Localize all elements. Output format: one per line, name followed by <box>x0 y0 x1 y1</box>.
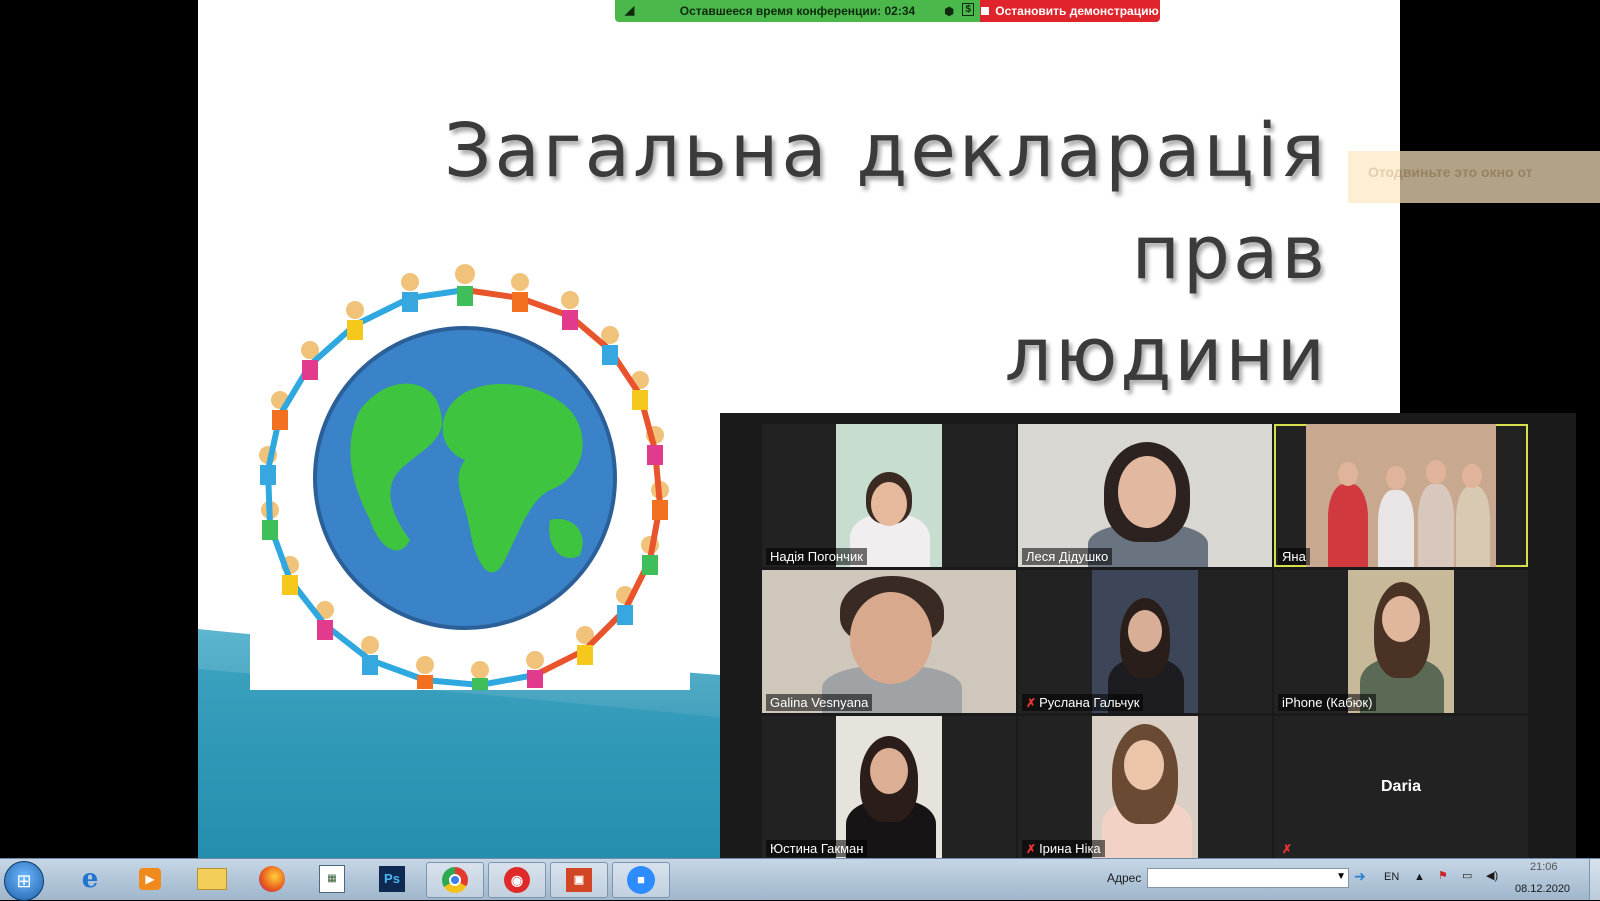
network-icon[interactable]: ⚑ <box>1438 869 1448 882</box>
media-player-icon[interactable]: ▶ <box>122 862 178 896</box>
muted-mic-icon: ✗ <box>1026 695 1037 710</box>
volume-icon[interactable]: ◀) <box>1486 869 1498 882</box>
clock-time[interactable]: 21:06 <box>1530 861 1558 873</box>
conference-timer: ◢ Оставшееся время конференции: 02:34 ⬢ … <box>615 0 980 22</box>
stop-icon <box>981 7 990 15</box>
display-icon[interactable]: ▭ <box>1462 869 1472 882</box>
address-input[interactable]: ▼ <box>1147 868 1349 888</box>
muted-mic-icon: ✗ <box>1026 841 1037 856</box>
participant-name: ✗ <box>1278 841 1296 857</box>
zoom-icon[interactable]: ■ <box>612 862 670 898</box>
participant-tile[interactable]: ✗ Ірина Ніка <box>1018 716 1272 859</box>
participant-name: Леся Дідушко <box>1022 548 1113 565</box>
participant-tile[interactable]: Леся Дідушко <box>1018 424 1272 567</box>
participant-name: iPhone (Кабюк) <box>1278 694 1377 711</box>
conference-bar: ◢ Оставшееся время конференции: 02:34 ⬢ … <box>615 0 1160 22</box>
zoom-gallery-window[interactable]: Надія Погончик Леся Дідушко Яна Galina V… <box>720 413 1576 872</box>
start-orb[interactable]: ⊞ <box>4 861 44 901</box>
participant-video <box>1306 424 1496 567</box>
participant-name: ✗ Руслана Гальчук <box>1022 694 1144 711</box>
participant-name: Яна <box>1278 548 1310 565</box>
recorder-icon[interactable]: ◉ <box>488 862 546 898</box>
participant-video <box>1018 424 1272 567</box>
show-desktop-button[interactable] <box>1589 859 1600 900</box>
internet-explorer-icon[interactable]: e <box>62 862 118 896</box>
go-arrow-icon[interactable]: ➜ <box>1354 868 1366 885</box>
firefox-icon[interactable] <box>244 862 300 896</box>
participant-tile[interactable]: ✗ Руслана Гальчук <box>1018 570 1272 713</box>
participant-name: Надія Погончик <box>766 548 867 565</box>
participant-video <box>1348 570 1454 713</box>
participant-tile[interactable]: Daria ✗ <box>1274 716 1528 859</box>
move-window-tooltip: Отодвиньте это окно от <box>1348 151 1600 203</box>
participant-video <box>1092 570 1198 713</box>
participant-tile[interactable]: Galina Vesnyana <box>762 570 1016 713</box>
move-window-tooltip-text: Отодвиньте это окно от <box>1368 164 1533 180</box>
clock-date[interactable]: 08.12.2020 <box>1515 883 1570 895</box>
stop-share-button[interactable]: Остановить демонстрацию <box>980 0 1160 22</box>
powerpoint-icon[interactable]: ▣ <box>550 862 608 898</box>
participant-video <box>836 716 942 859</box>
file-explorer-icon[interactable] <box>184 862 240 896</box>
participant-video <box>762 570 1016 713</box>
participant-name: ✗ Ірина Ніка <box>1022 840 1105 857</box>
address-label: Адрес <box>1107 871 1142 885</box>
participant-tile-active-speaker[interactable]: Яна <box>1274 424 1528 567</box>
chevron-down-icon[interactable]: ▼ <box>1336 871 1346 882</box>
participant-name: Юстина Гакман <box>766 840 868 857</box>
globe-children-illustration <box>250 260 690 690</box>
photoshop-icon[interactable]: Ps <box>364 862 420 896</box>
shield-icon: ⬢ <box>944 6 954 18</box>
connection-icon: ◢ <box>625 3 635 17</box>
dollar-icon: $ <box>962 3 974 16</box>
participant-video <box>836 424 942 567</box>
chrome-icon[interactable] <box>426 862 484 898</box>
stop-share-label: Остановить демонстрацию <box>995 4 1159 18</box>
language-indicator[interactable]: EN <box>1384 871 1399 883</box>
muted-mic-icon: ✗ <box>1282 842 1293 856</box>
show-hidden-icons-icon[interactable]: ▲ <box>1414 871 1425 883</box>
participant-tile[interactable]: Надія Погончик <box>762 424 1016 567</box>
participant-name: Galina Vesnyana <box>766 694 873 711</box>
conference-timer-label: Оставшееся время конференции: 02:34 <box>679 4 916 18</box>
participant-name-centered: Daria <box>1380 778 1422 795</box>
participant-video <box>1092 716 1198 859</box>
participant-tile[interactable]: iPhone (Кабюк) <box>1274 570 1528 713</box>
windows-taskbar: ⊞ e ▶ ▦ Ps ◉ ▣ ■ Адрес ▼ ➜ EN ▲ ⚑ ▭ ◀) 2… <box>0 858 1600 901</box>
participant-tile[interactable]: Юстина Гакман <box>762 716 1016 859</box>
spreadsheet-icon[interactable]: ▦ <box>304 862 360 896</box>
